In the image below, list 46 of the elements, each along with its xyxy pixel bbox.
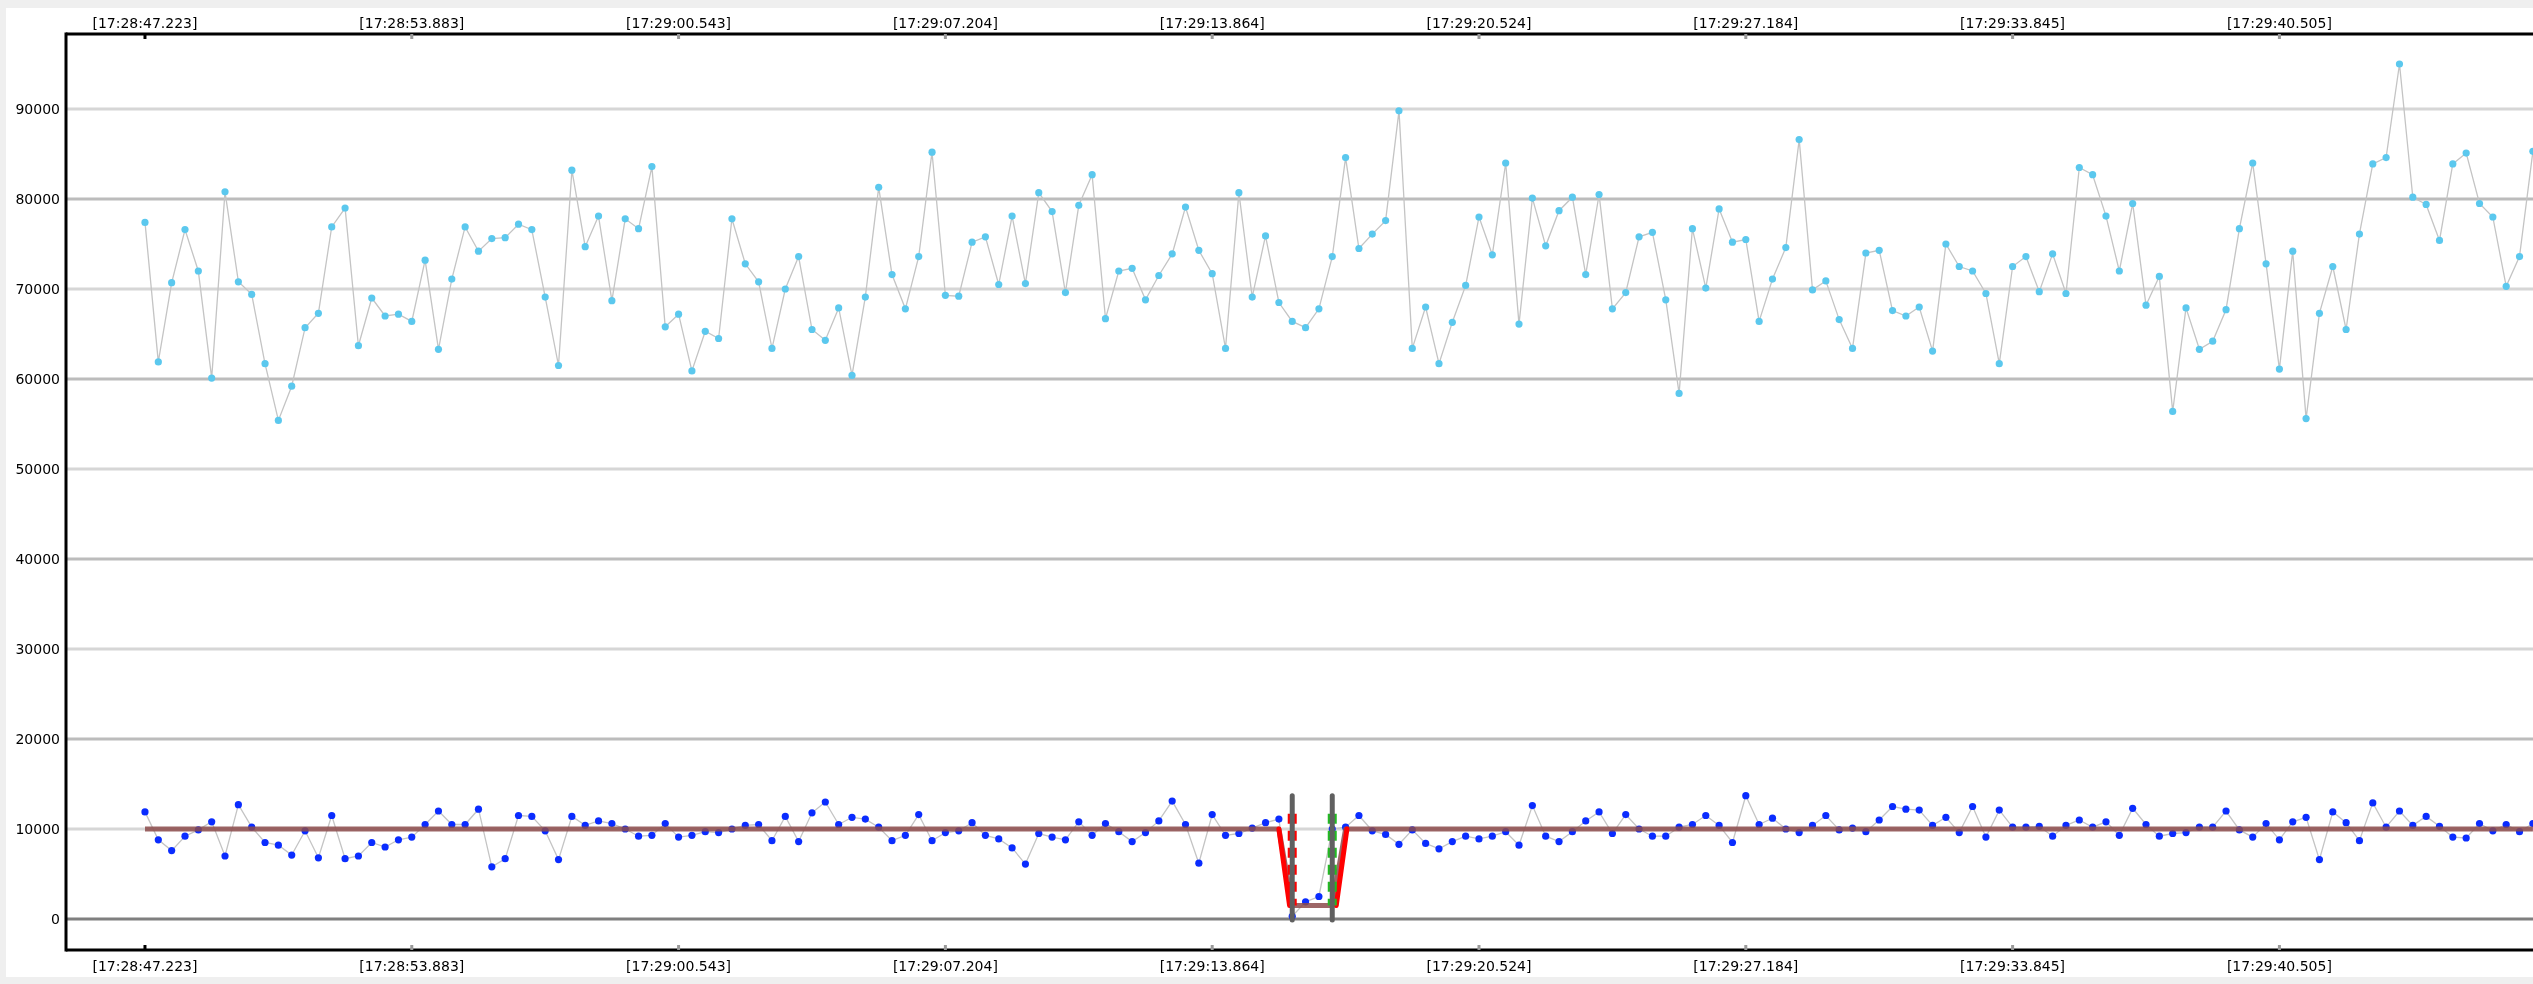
x-tick-label: [17:29:00.543] xyxy=(626,15,732,31)
y-tick-label: 10000 xyxy=(15,821,60,837)
y-tick-label: 80000 xyxy=(15,191,60,207)
tick-mark xyxy=(1477,945,1481,950)
tick-mark xyxy=(1210,34,1214,39)
tick-mark xyxy=(943,945,947,950)
x-tick-label: [17:29:27.184] xyxy=(1693,15,1799,31)
x-tick-label: [17:28:47.223] xyxy=(92,958,198,974)
tick-mark xyxy=(677,34,681,39)
x-tick-label: [17:29:20.524] xyxy=(1426,958,1532,974)
y-tick-label: 70000 xyxy=(15,281,60,297)
x-tick-label: [17:29:07.204] xyxy=(892,15,998,31)
tick-mark xyxy=(410,945,414,950)
tick-mark xyxy=(2277,34,2281,39)
x-tick-label: [17:29:33.845] xyxy=(1960,958,2066,974)
x-tick-label: [17:29:33.845] xyxy=(1960,15,2066,31)
tick-mark xyxy=(143,34,147,39)
y-tick-label: 40000 xyxy=(15,551,60,567)
y-tick-label: 20000 xyxy=(15,731,60,747)
x-tick-label: [17:29:40.505] xyxy=(2226,958,2332,974)
tick-mark xyxy=(2011,945,2015,950)
x-tick-label: [17:29:27.184] xyxy=(1693,958,1799,974)
x-tick-label: [17:28:53.883] xyxy=(359,15,465,31)
tick-mark xyxy=(2011,34,2015,39)
tick-mark xyxy=(677,945,681,950)
tick-mark xyxy=(1744,34,1748,39)
x-tick-label: [17:29:13.864] xyxy=(1159,15,1265,31)
tick-mark xyxy=(1477,34,1481,39)
x-tick-label: [17:29:07.204] xyxy=(892,958,998,974)
x-tick-label: [17:28:53.883] xyxy=(359,958,465,974)
x-tick-label: [17:29:20.524] xyxy=(1426,15,1532,31)
tick-mark xyxy=(410,34,414,39)
x-tick-label: [17:29:13.864] xyxy=(1159,958,1265,974)
tick-mark xyxy=(143,945,147,950)
x-tick-label: [17:29:40.505] xyxy=(2226,15,2332,31)
tick-mark xyxy=(1744,945,1748,950)
tick-mark xyxy=(943,34,947,39)
y-tick-label: 60000 xyxy=(15,371,60,387)
y-tick-label: 90000 xyxy=(15,101,60,117)
x-tick-label: [17:29:00.543] xyxy=(626,958,732,974)
tick-mark xyxy=(2277,945,2281,950)
y-tick-label: 50000 xyxy=(15,461,60,477)
x-tick-label: [17:28:47.223] xyxy=(92,15,198,31)
y-tick-label: 0 xyxy=(51,911,60,927)
tick-mark xyxy=(1210,945,1214,950)
y-tick-label: 30000 xyxy=(15,641,60,657)
